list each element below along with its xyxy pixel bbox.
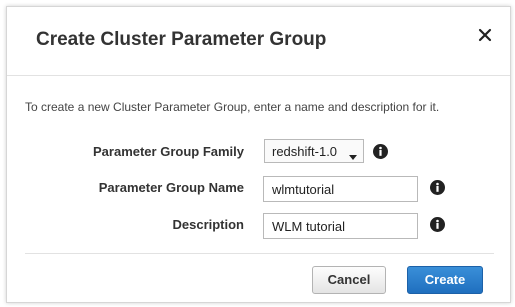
info-icon[interactable]: [430, 180, 445, 195]
dialog-instructions: To create a new Cluster Parameter Group,…: [25, 100, 440, 114]
create-button[interactable]: Create: [407, 266, 483, 294]
parameter-group-name-input[interactable]: wlmtutorial: [263, 176, 418, 202]
close-icon[interactable]: [474, 24, 496, 46]
parameter-group-family-select[interactable]: redshift-1.0: [264, 139, 364, 163]
dialog-title: Create Cluster Parameter Group: [36, 29, 327, 50]
name-label: Parameter Group Name: [98, 180, 244, 195]
caret-down-icon: [349, 149, 357, 164]
info-icon[interactable]: [430, 217, 445, 232]
cancel-button[interactable]: Cancel: [312, 266, 386, 294]
footer-divider: [25, 253, 494, 254]
info-icon[interactable]: [373, 144, 388, 159]
create-cluster-parameter-group-dialog: Create Cluster Parameter Group To create…: [6, 6, 511, 303]
family-label: Parameter Group Family: [93, 144, 244, 159]
name-input-value: wlmtutorial: [272, 182, 335, 197]
description-label: Description: [172, 217, 244, 232]
dialog-header: Create Cluster Parameter Group: [7, 7, 510, 76]
description-input[interactable]: WLM tutorial: [263, 213, 418, 239]
family-selected-value: redshift-1.0: [272, 144, 338, 159]
description-input-value: WLM tutorial: [272, 219, 345, 234]
